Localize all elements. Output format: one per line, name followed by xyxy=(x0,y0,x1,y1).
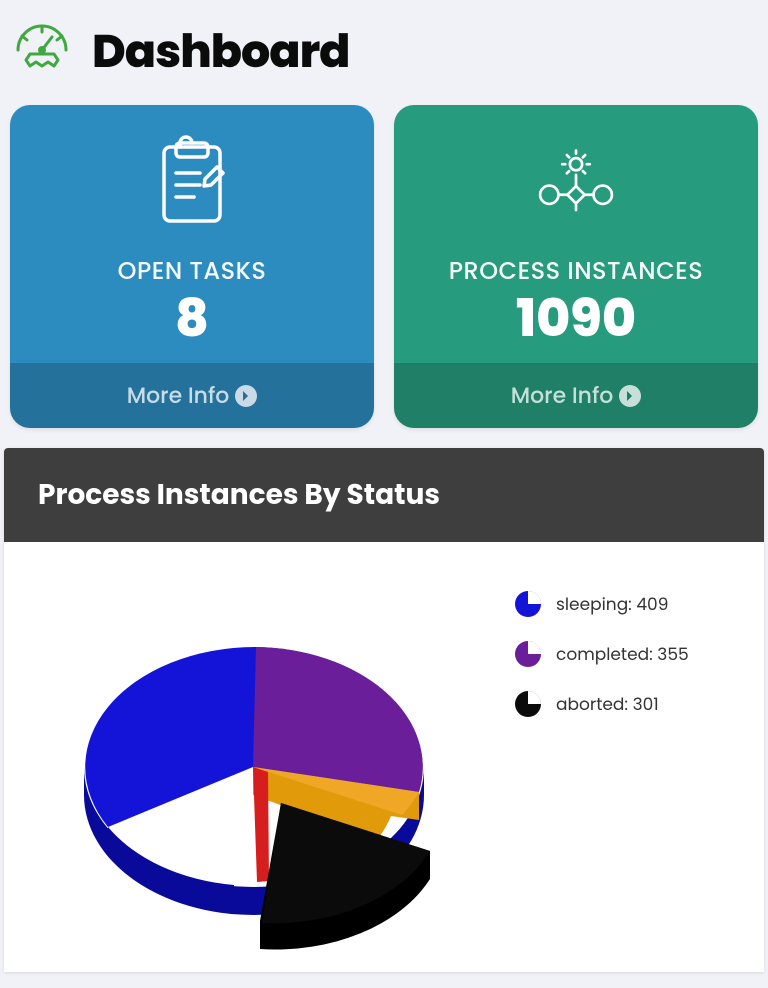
page-header: Dashboard xyxy=(0,0,768,105)
card-body: PROCESS INSTANCES 1090 xyxy=(394,105,758,363)
status-panel: Process Instances By Status xyxy=(4,448,764,972)
chart-legend: sleeping: 409 completed: 355 aborted: 30… xyxy=(514,572,744,952)
pie-slice-icon xyxy=(514,590,542,618)
card-body: OPEN TASKS 8 xyxy=(10,105,374,363)
more-info-button[interactable]: More Info xyxy=(394,363,758,428)
card-value: 1090 xyxy=(516,293,636,345)
panel-body: sleeping: 409 completed: 355 aborted: 30… xyxy=(4,542,764,972)
more-info-label: More Info xyxy=(127,379,230,412)
pie-slice-icon xyxy=(514,640,542,668)
legend-item-sleeping: sleeping: 409 xyxy=(514,590,744,618)
chevron-right-icon xyxy=(619,385,641,407)
legend-item-completed: completed: 355 xyxy=(514,640,744,668)
legend-label: sleeping: 409 xyxy=(556,591,668,617)
pie-slice-icon xyxy=(514,690,542,718)
pie-chart xyxy=(24,572,484,952)
page-title: Dashboard xyxy=(92,18,349,87)
card-open-tasks[interactable]: OPEN TASKS 8 More Info xyxy=(10,105,374,428)
legend-label: completed: 355 xyxy=(556,641,689,667)
clipboard-icon xyxy=(150,133,234,254)
summary-cards: OPEN TASKS 8 More Info xyxy=(0,105,768,448)
card-label: OPEN TASKS xyxy=(118,254,267,289)
chevron-right-icon xyxy=(235,385,257,407)
process-icon xyxy=(534,133,618,254)
card-process-instances[interactable]: PROCESS INSTANCES 1090 More Info xyxy=(394,105,758,428)
card-label: PROCESS INSTANCES xyxy=(449,254,703,289)
panel-title: Process Instances By Status xyxy=(4,448,764,542)
card-value: 8 xyxy=(175,293,209,345)
dashboard-gauge-icon xyxy=(10,20,74,85)
more-info-label: More Info xyxy=(511,379,614,412)
legend-item-aborted: aborted: 301 xyxy=(514,690,744,718)
legend-label: aborted: 301 xyxy=(556,691,659,717)
more-info-button[interactable]: More Info xyxy=(10,363,374,428)
